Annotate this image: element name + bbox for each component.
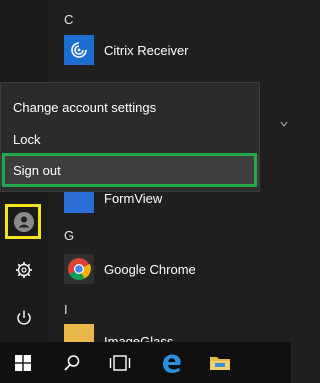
highlight-frame-yellow: [5, 204, 41, 239]
power-button[interactable]: [0, 296, 48, 340]
start-button[interactable]: [0, 342, 46, 383]
search-icon: [64, 354, 80, 371]
app-label: Google Chrome: [104, 261, 196, 277]
change-account-settings-item[interactable]: Change account settings: [1, 92, 259, 122]
group-letter-g[interactable]: G: [64, 228, 74, 243]
app-label: Citrix Receiver: [104, 42, 189, 58]
app-label: ImageGlass: [104, 334, 174, 342]
settings-gear-icon: [16, 262, 32, 278]
edge-icon: [163, 353, 181, 373]
power-icon: [17, 310, 31, 325]
edge-button[interactable]: [152, 342, 192, 383]
search-button[interactable]: [52, 342, 92, 383]
taskbar: [0, 342, 291, 383]
file-explorer-icon: [210, 356, 230, 370]
group-letter-c[interactable]: C: [64, 12, 73, 27]
chrome-icon: [64, 254, 94, 284]
task-view-icon: [109, 354, 131, 371]
app-google-chrome[interactable]: Google Chrome: [64, 254, 196, 284]
settings-button[interactable]: [0, 248, 48, 292]
file-explorer-button[interactable]: [200, 342, 240, 383]
citrix-icon: [64, 35, 94, 65]
scroll-chevron-icon[interactable]: [280, 118, 288, 130]
windows-start-icon: [15, 354, 31, 371]
app-label: FormView: [104, 190, 163, 206]
imageglass-icon: [64, 324, 94, 342]
lock-item[interactable]: Lock: [1, 124, 259, 154]
task-view-button[interactable]: [100, 342, 140, 383]
app-imageglass[interactable]: ImageGlass: [64, 324, 173, 342]
app-citrix-receiver[interactable]: Citrix Receiver: [64, 35, 189, 65]
group-letter-i[interactable]: I: [64, 302, 68, 317]
highlight-frame-green: [2, 153, 257, 187]
